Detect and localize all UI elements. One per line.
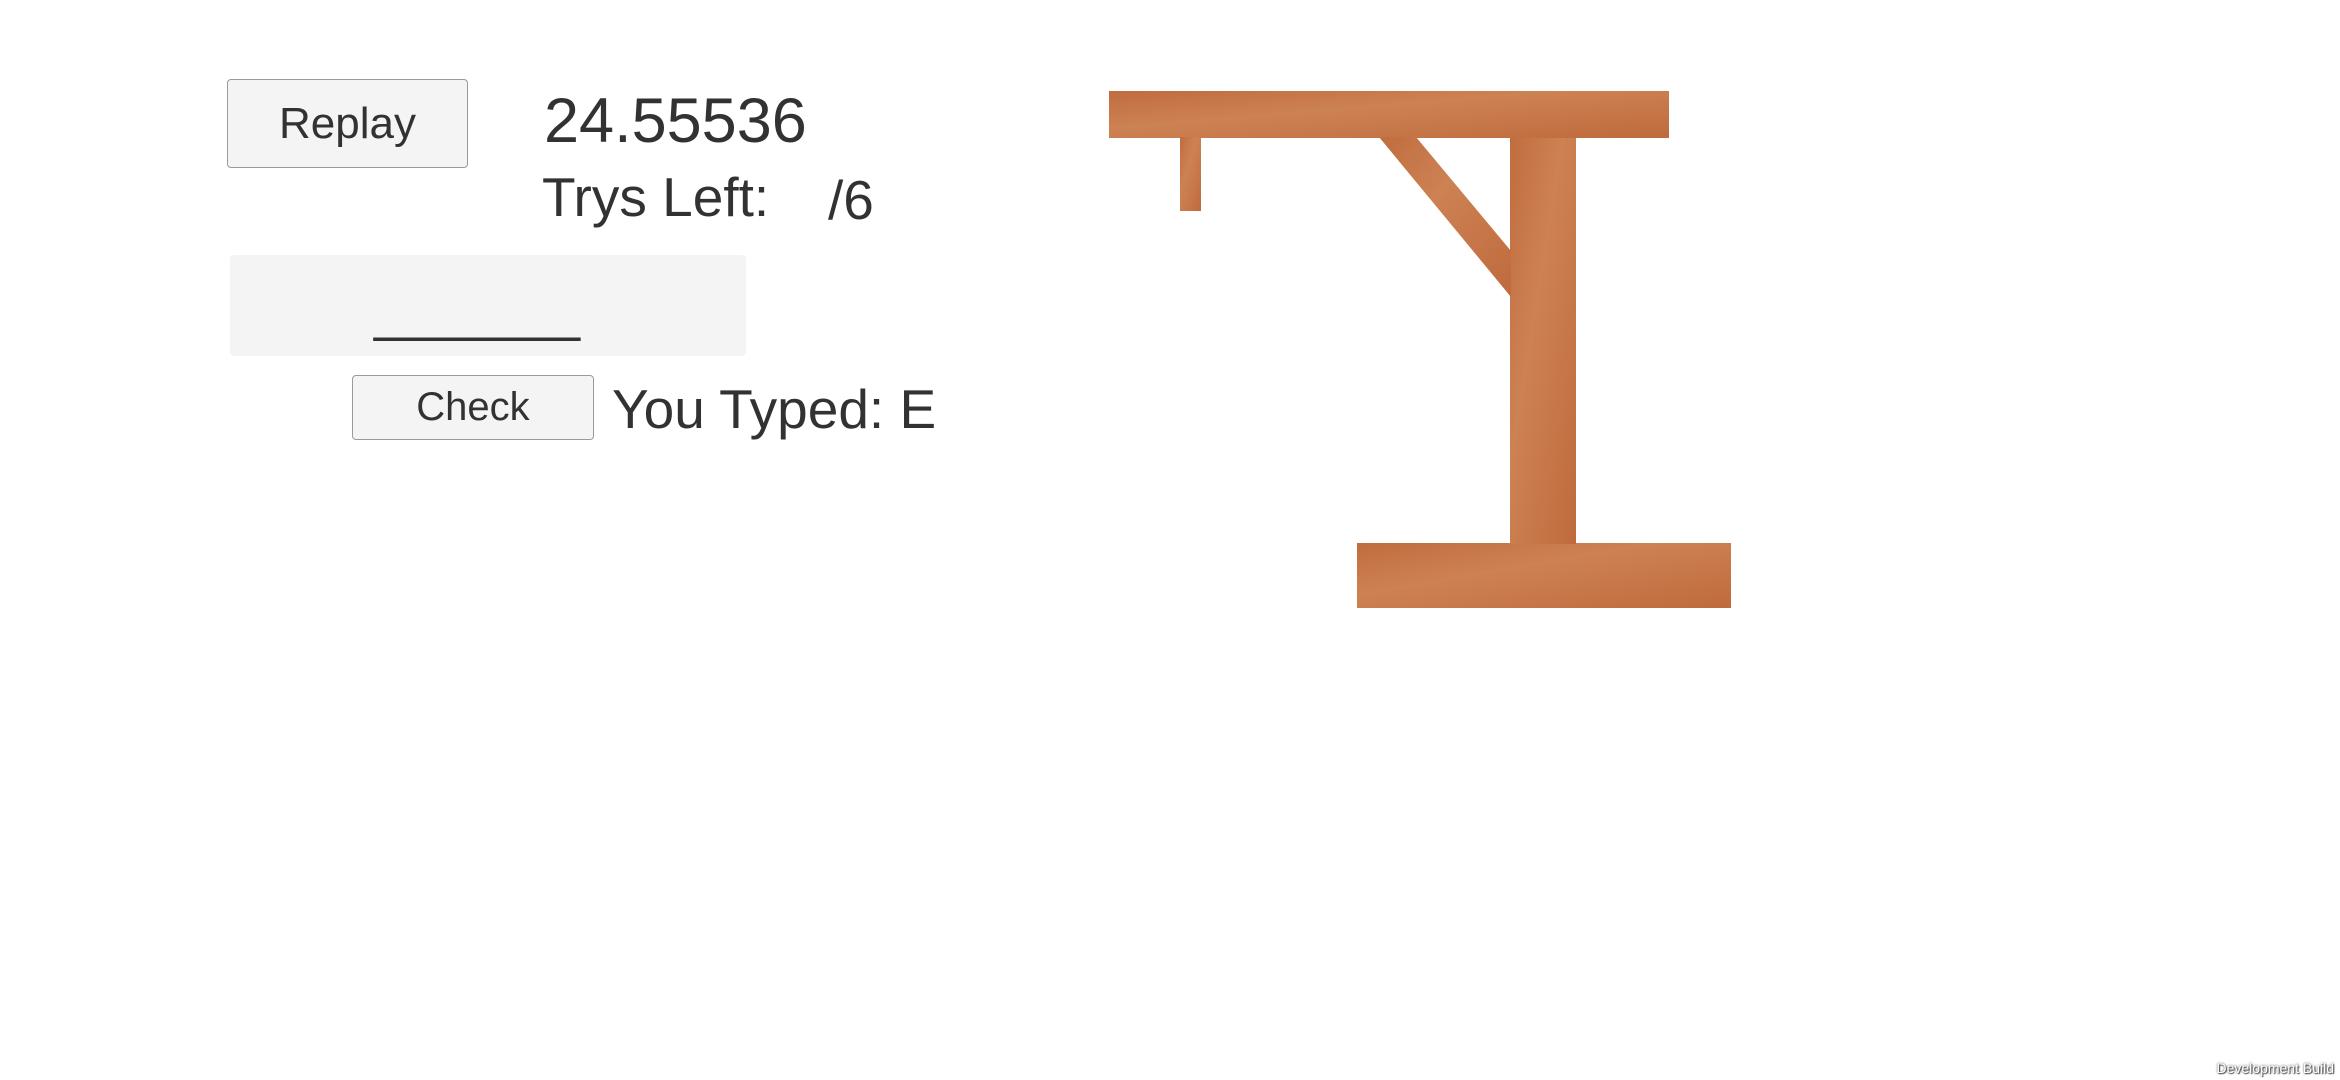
development-build-label: Development Build	[2216, 1060, 2334, 1076]
gallows-brace	[1379, 137, 1511, 297]
gallows-base	[1357, 543, 1731, 608]
gallows-beam	[1109, 91, 1669, 138]
gallows-rope	[1180, 137, 1201, 211]
gallows-drawing	[1109, 91, 1731, 608]
gallows-post	[1510, 137, 1576, 544]
